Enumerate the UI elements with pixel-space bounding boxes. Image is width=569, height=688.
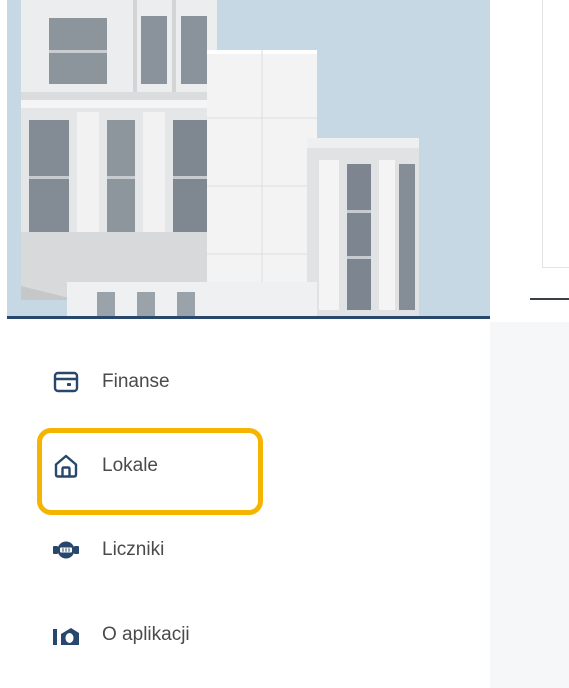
- sidebar: Finanse Lokale Liczniki O aplikacji: [0, 0, 490, 688]
- nav-item-label: Finanse: [102, 371, 170, 392]
- main-content-area: [490, 0, 569, 688]
- header-building-photo: [7, 0, 490, 316]
- nav-item-label: Liczniki: [102, 539, 165, 560]
- app-logo-icon: [52, 621, 80, 649]
- content-card: [542, 0, 569, 268]
- home-icon: [52, 452, 80, 480]
- nav-item-label: Lokale: [102, 455, 158, 476]
- nav-item-liczniki[interactable]: Liczniki: [52, 530, 164, 570]
- nav-item-label: O aplikacji: [102, 624, 190, 645]
- wallet-icon: [52, 368, 80, 396]
- content-divider: [530, 298, 569, 300]
- nav-item-o-aplikacji[interactable]: O aplikacji: [52, 615, 190, 655]
- header-underline: [7, 316, 490, 319]
- content-lower-panel: [490, 322, 569, 688]
- nav-item-finanse[interactable]: Finanse: [52, 362, 170, 402]
- meter-icon: [52, 536, 80, 564]
- nav-item-lokale[interactable]: Lokale: [52, 446, 158, 486]
